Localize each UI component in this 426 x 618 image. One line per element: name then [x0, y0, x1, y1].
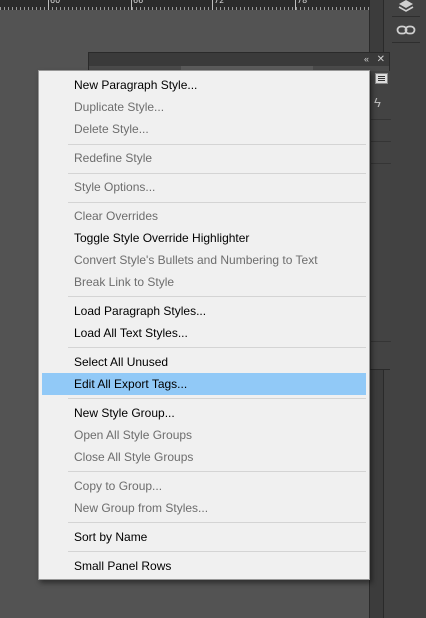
menu-separator [68, 173, 366, 174]
menu-item-sort-by-name[interactable]: Sort by Name [42, 526, 366, 548]
menu-item-small-panel-rows[interactable]: Small Panel Rows [42, 555, 366, 577]
panel-side-strip: ϟ [370, 71, 391, 369]
menu-item-break-link[interactable]: Break Link to Style [42, 271, 366, 293]
menu-item-select-all-unused[interactable]: Select All Unused [42, 351, 366, 373]
menu-separator [68, 202, 366, 203]
menu-item-new-style-group[interactable]: New Style Group... [42, 402, 366, 424]
ruler-major-tick [131, 0, 132, 10]
ruler-label: 60 [50, 0, 61, 5]
menu-separator [68, 398, 366, 399]
paragraph-styles-context-menu: New Paragraph Style... Duplicate Style..… [38, 70, 370, 580]
menu-item-close-all-groups[interactable]: Close All Style Groups [42, 446, 366, 468]
menu-item-new-paragraph-style[interactable]: New Paragraph Style... [42, 74, 366, 96]
strip-divider [371, 141, 391, 142]
panel-title-bar[interactable] [89, 53, 389, 66]
menu-item-toggle-override-highlighter[interactable]: Toggle Style Override Highlighter [42, 227, 366, 249]
panel-menu-icon[interactable] [375, 73, 388, 84]
ruler-major-tick [48, 0, 49, 10]
horizontal-ruler: 60 66 72 78 [0, 0, 369, 10]
menu-item-redefine-style[interactable]: Redefine Style [42, 147, 366, 169]
lightning-icon[interactable]: ϟ [374, 95, 381, 110]
menu-separator [68, 144, 366, 145]
ruler-label: 66 [133, 0, 144, 5]
ruler-major-tick [212, 0, 213, 10]
dock-divider [392, 42, 420, 43]
menu-item-edit-export-tags[interactable]: Edit All Export Tags... [42, 373, 366, 395]
ruler-major-tick [295, 0, 296, 10]
menu-separator [68, 551, 366, 552]
menu-item-open-all-groups[interactable]: Open All Style Groups [42, 424, 366, 446]
menu-separator [68, 347, 366, 348]
strip-divider [371, 163, 391, 164]
link-icon[interactable] [396, 22, 416, 38]
menu-item-clear-overrides[interactable]: Clear Overrides [42, 205, 366, 227]
menu-item-duplicate-style[interactable]: Duplicate Style... [42, 96, 366, 118]
strip-divider [371, 341, 391, 342]
menu-item-load-all-text-styles[interactable]: Load All Text Styles... [42, 322, 366, 344]
ruler-label: 72 [214, 0, 225, 5]
collapse-icon[interactable]: « [364, 53, 369, 66]
strip-divider [371, 119, 391, 120]
menu-item-copy-to-group[interactable]: Copy to Group... [42, 475, 366, 497]
close-icon[interactable]: ✕ [377, 53, 385, 66]
ruler-label: 78 [297, 0, 308, 5]
menu-separator [68, 296, 366, 297]
menu-item-delete-style[interactable]: Delete Style... [42, 118, 366, 140]
menu-separator [68, 471, 366, 472]
menu-separator [68, 522, 366, 523]
menu-item-convert-bullets[interactable]: Convert Style's Bullets and Numbering to… [42, 249, 366, 271]
dock-divider [392, 16, 420, 17]
menu-item-new-group-from-styles[interactable]: New Group from Styles... [42, 497, 366, 519]
layers-icon[interactable] [396, 0, 416, 14]
menu-item-load-paragraph-styles[interactable]: Load Paragraph Styles... [42, 300, 366, 322]
menu-item-style-options[interactable]: Style Options... [42, 176, 366, 198]
